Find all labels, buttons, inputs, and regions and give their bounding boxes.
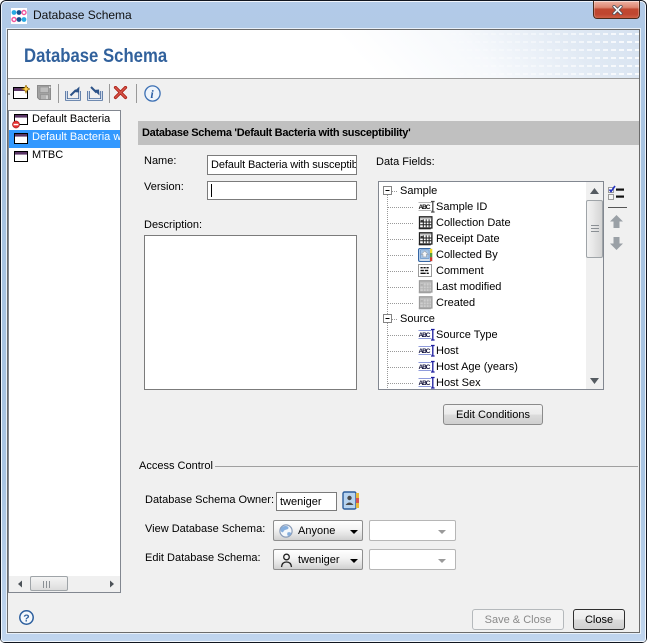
svg-text:ABC: ABC	[419, 332, 431, 339]
svg-text:?: ?	[23, 613, 29, 625]
svg-text:ABC: ABC	[419, 348, 431, 355]
svg-text:ABC: ABC	[419, 204, 431, 211]
svg-text:ABC: ABC	[419, 364, 431, 371]
svg-text:ABC: ABC	[419, 380, 431, 387]
